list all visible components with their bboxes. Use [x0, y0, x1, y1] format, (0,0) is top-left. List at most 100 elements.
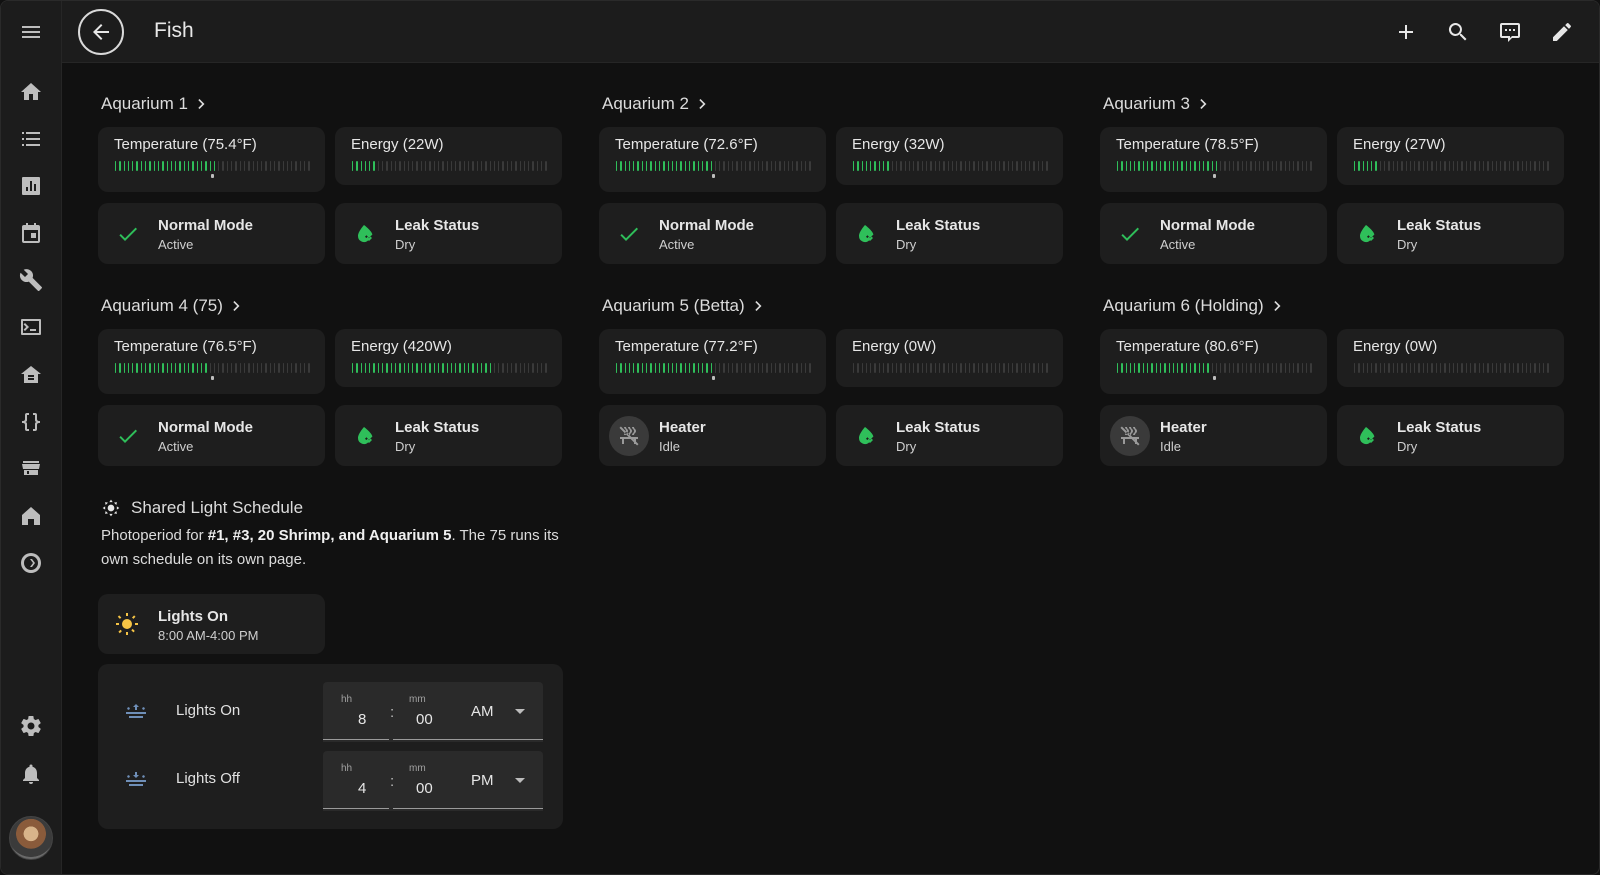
- gauge-segment: [519, 363, 521, 373]
- leak-status-tile[interactable]: Leak Status Dry: [335, 405, 562, 466]
- energy-card[interactable]: Energy (22W): [335, 127, 562, 185]
- back-button[interactable]: [78, 9, 124, 55]
- gauge-segment: [727, 363, 730, 373]
- temperature-card[interactable]: Temperature (75.4°F): [98, 127, 325, 192]
- chevron-right-icon: [233, 301, 240, 311]
- gauge-segment: [1125, 161, 1127, 171]
- gauge-segment: [990, 363, 992, 373]
- lights-off-minute-field[interactable]: mm 00 PM: [393, 751, 543, 809]
- desc-text-bold: #1, #3, 20 Shrimp, and Aquarium 5: [207, 527, 452, 544]
- gauge-segment: [887, 363, 889, 373]
- minute-label: mm: [409, 694, 426, 705]
- gauge-segment: [1431, 161, 1433, 171]
- gauge-segment: [1117, 363, 1119, 373]
- leak-status-tile[interactable]: Leak Status Dry: [335, 203, 562, 264]
- temperature-card[interactable]: Temperature (78.5°F): [1100, 127, 1327, 192]
- media-icon[interactable]: [13, 545, 49, 581]
- energy-card[interactable]: Energy (420W): [335, 329, 562, 387]
- gauge-segment: [723, 161, 725, 171]
- gauge-segment: [757, 363, 760, 373]
- search-button[interactable]: [1440, 14, 1476, 50]
- normal-mode-tile[interactable]: Normal Mode Active: [599, 203, 826, 264]
- energy-card[interactable]: Energy (0W): [836, 329, 1063, 387]
- aquarium-heading-link[interactable]: Aquarium 5 (Betta): [602, 296, 769, 316]
- gauge-segment: [1538, 363, 1541, 373]
- energy-card[interactable]: Energy (0W): [1337, 329, 1564, 387]
- list-icon[interactable]: [13, 121, 49, 157]
- leak-status-tile[interactable]: Leak Status Dry: [1337, 203, 1564, 264]
- aquarium-heading-link[interactable]: Aquarium 2: [602, 94, 713, 114]
- water-check-icon: [1355, 222, 1379, 246]
- wrench-icon[interactable]: [13, 262, 49, 298]
- gauge-segment: [498, 161, 500, 171]
- temperature-label: Temperature (78.5°F): [1116, 136, 1259, 153]
- aquarium-heading-link[interactable]: Aquarium 3: [1103, 94, 1214, 114]
- gauge-segment: [1117, 161, 1119, 171]
- lights-off-ampm-select[interactable]: PM: [471, 772, 494, 789]
- gauge-segment: [1228, 161, 1231, 171]
- gauge-segment: [1233, 363, 1235, 373]
- energy-card[interactable]: Energy (27W): [1337, 127, 1564, 185]
- normal-mode-tile[interactable]: Normal Mode Active: [98, 203, 325, 264]
- gauge-segment: [149, 363, 151, 373]
- leak-name: Leak Status: [896, 419, 981, 436]
- gauge-segment: [934, 161, 936, 171]
- aquarium-heading-link[interactable]: Aquarium 1: [101, 94, 212, 114]
- leak-status-tile[interactable]: Leak Status Dry: [836, 405, 1063, 466]
- avatar[interactable]: [9, 816, 53, 860]
- normal-mode-tile[interactable]: Normal Mode Active: [1100, 203, 1327, 264]
- lights-on-tile[interactable]: Lights On 8:00 AM-4:00 PM: [98, 594, 325, 654]
- normal-mode-tile[interactable]: Normal Mode Active: [98, 405, 325, 466]
- gauge-segment: [981, 161, 984, 171]
- edit-button[interactable]: [1544, 14, 1580, 50]
- home-icon[interactable]: [13, 74, 49, 110]
- gauge-segment: [1202, 161, 1205, 171]
- gauge-segment: [964, 363, 967, 373]
- temperature-card[interactable]: Temperature (77.2°F): [599, 329, 826, 394]
- leak-status-tile[interactable]: Leak Status Dry: [836, 203, 1063, 264]
- settings-icon[interactable]: [13, 708, 49, 744]
- calendar-icon[interactable]: [13, 215, 49, 251]
- temperature-gauge: [115, 161, 310, 173]
- inventory-icon[interactable]: [13, 357, 49, 393]
- menu-icon[interactable]: [13, 14, 49, 50]
- aquarium-heading-link[interactable]: Aquarium 6 (Holding): [1103, 296, 1288, 316]
- gauge-segment: [719, 161, 721, 171]
- gauge-segment: [1003, 363, 1005, 373]
- heater-tile[interactable]: Heater Idle: [599, 405, 826, 466]
- gauge-segment: [222, 363, 224, 373]
- code-braces-icon[interactable]: [13, 404, 49, 440]
- mode-state: Active: [1160, 237, 1196, 252]
- add-button[interactable]: [1388, 14, 1424, 50]
- energy-card[interactable]: Energy (32W): [836, 127, 1063, 185]
- gauge-segment: [1271, 161, 1273, 171]
- gauge-segment: [1151, 363, 1153, 373]
- gauge-segment: [468, 363, 470, 373]
- energy-label: Energy (0W): [852, 338, 937, 355]
- chevron-down-icon[interactable]: [515, 709, 525, 714]
- gauge-segment: [476, 363, 478, 373]
- gauge-segment: [1258, 161, 1261, 171]
- lights-on-ampm-select[interactable]: AM: [471, 703, 494, 720]
- bell-icon[interactable]: [13, 756, 49, 792]
- chart-icon[interactable]: [13, 168, 49, 204]
- heater-tile[interactable]: Heater Idle: [1100, 405, 1327, 466]
- temperature-card[interactable]: Temperature (76.5°F): [98, 329, 325, 394]
- lights-on-minute-field[interactable]: mm 00 AM: [393, 682, 543, 740]
- temperature-card[interactable]: Temperature (80.6°F): [1100, 329, 1327, 394]
- home-outline-icon[interactable]: [13, 498, 49, 534]
- gauge-segment: [308, 363, 310, 373]
- chevron-right-icon: [755, 301, 762, 311]
- gauge-segment: [689, 161, 691, 171]
- leak-status-tile[interactable]: Leak Status Dry: [1337, 405, 1564, 466]
- store-icon[interactable]: [13, 451, 49, 487]
- lights-on-hour-field[interactable]: hh 8: [323, 682, 389, 740]
- assist-button[interactable]: [1492, 14, 1528, 50]
- temperature-card[interactable]: Temperature (72.6°F): [599, 127, 826, 192]
- aquarium-heading-link[interactable]: Aquarium 4 (75): [101, 296, 247, 316]
- chevron-down-icon[interactable]: [515, 778, 525, 783]
- lights-off-hour-field[interactable]: hh 4: [323, 751, 389, 809]
- terminal-icon[interactable]: [13, 309, 49, 345]
- gauge-segment: [1375, 161, 1377, 171]
- gauge-segment: [519, 161, 521, 171]
